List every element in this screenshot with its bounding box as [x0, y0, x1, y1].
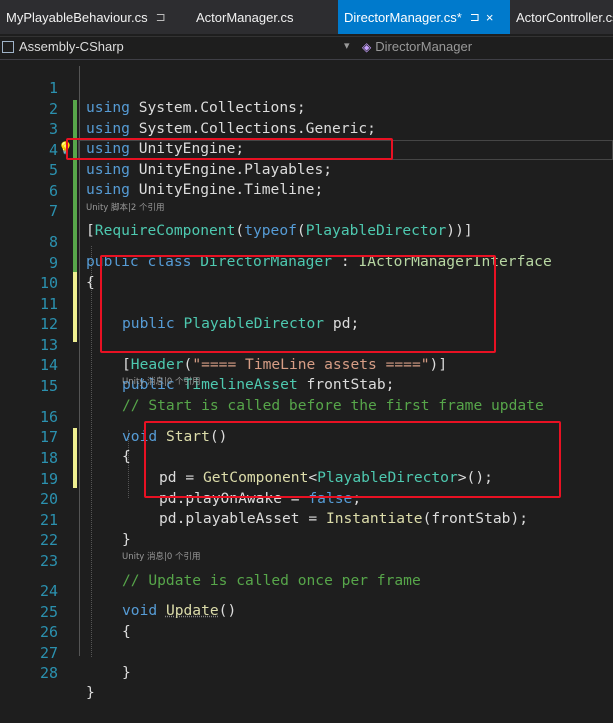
highlight-box-using-timeline	[66, 138, 393, 160]
tab-myplayablebehaviour[interactable]: MyPlayableBehaviour.cs ⊐	[0, 0, 172, 34]
code-line: 26	[0, 602, 613, 641]
code-line: 3 using UnityEngine;	[0, 99, 613, 157]
project-selector[interactable]: Assembly-CSharp	[2, 39, 124, 54]
line-number: 28	[39, 664, 58, 682]
code-line: 4 using UnityEngine.Playables;	[0, 120, 613, 178]
tab-actorcontroller[interactable]: ActorController.cs	[510, 0, 613, 34]
tab-actormanager[interactable]: ActorManager.cs	[172, 0, 338, 34]
close-icon[interactable]: ×	[486, 10, 494, 25]
class-selector-label: DirectorManager	[375, 39, 473, 54]
code-line: 8 public class DirectorManager : IActorM…	[0, 212, 613, 270]
code-line: 25 {	[0, 582, 613, 640]
pin-icon[interactable]: ⊐	[470, 10, 480, 24]
document-tab-bar: MyPlayableBehaviour.cs ⊐ ActorManager.cs…	[0, 0, 613, 34]
code-line: 9 {	[0, 233, 613, 291]
tab-label: MyPlayableBehaviour.cs	[6, 9, 148, 25]
code-line: 7 [RequireComponent(typeof(PlayableDirec…	[0, 181, 613, 239]
highlight-box-start-body	[144, 421, 561, 498]
code-editor[interactable]: 💡 1 using System.Collections; 2 using Sy…	[0, 58, 613, 701]
code-line: 27 }	[0, 623, 613, 681]
chevron-down-icon[interactable]: ▾	[344, 39, 350, 52]
code-line: 6	[0, 161, 613, 200]
project-icon	[2, 40, 14, 53]
code-line: 16 void Start()	[0, 387, 613, 445]
tab-label: ActorController.cs	[516, 9, 613, 25]
code-line: 15 // Start is called before the first f…	[0, 356, 613, 414]
code-line: 24 void Update()	[0, 561, 613, 619]
tab-directormanager[interactable]: DirectorManager.cs* ⊐ ×	[338, 0, 510, 34]
project-label: Assembly-CSharp	[19, 39, 124, 54]
tab-label: ActorManager.cs	[196, 9, 294, 25]
tab-label: DirectorManager.cs*	[344, 9, 462, 25]
navigation-bar: Assembly-CSharp ▾ ◈ DirectorManager	[0, 36, 613, 60]
pin-icon[interactable]: ⊐	[156, 10, 166, 24]
code-line: 23 // Update is called once per frame	[0, 531, 613, 589]
code-line: 22	[0, 510, 613, 549]
highlight-box-fields	[100, 255, 496, 353]
class-selector[interactable]: ◈ DirectorManager	[362, 39, 472, 54]
class-icon: ◈	[362, 39, 372, 54]
code-line: 1 using System.Collections;	[0, 58, 613, 116]
code-line: 2 using System.Collections.Generic;	[0, 79, 613, 137]
code-line: 28 }	[0, 643, 613, 701]
